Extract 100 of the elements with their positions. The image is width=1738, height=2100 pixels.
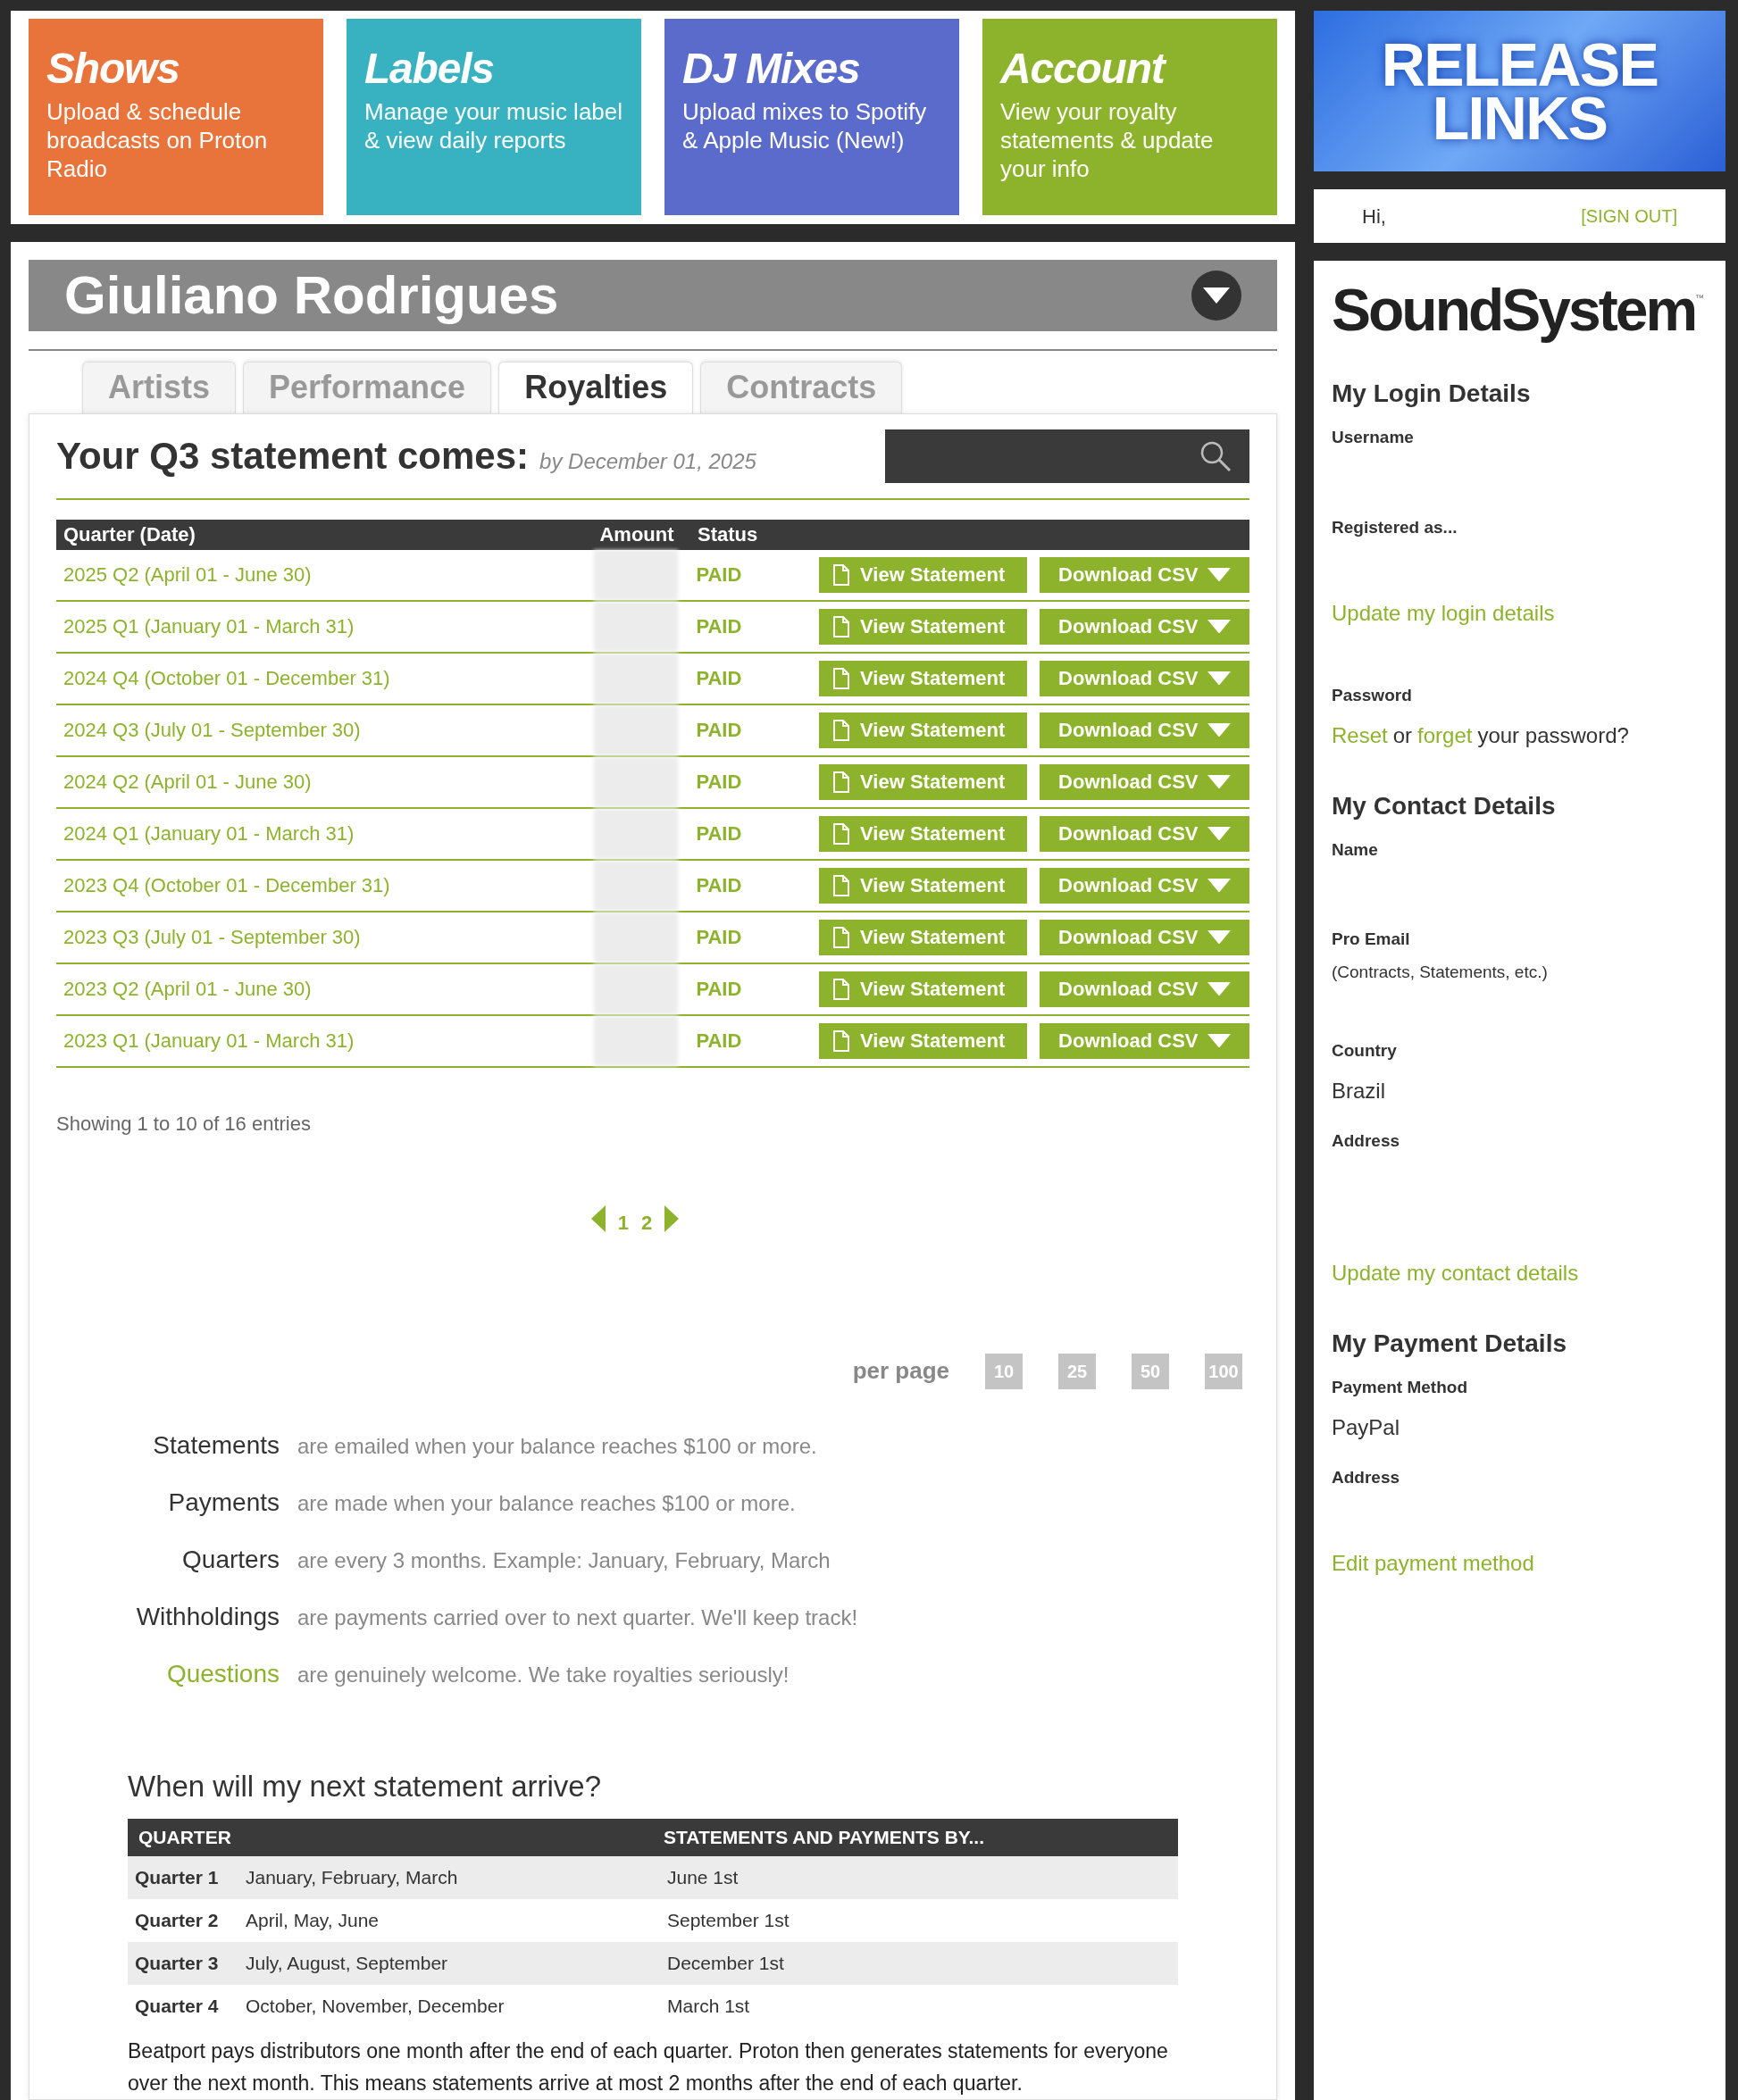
tab[interactable]: Royalties bbox=[498, 361, 694, 413]
quarter-link[interactable]: 2023 Q4 (October 01 - December 31) bbox=[56, 871, 582, 900]
explanation-term: Statements bbox=[152, 1429, 280, 1461]
caret-icon bbox=[1207, 878, 1231, 893]
download-csv-button[interactable]: Download CSV bbox=[1039, 712, 1249, 748]
tab[interactable]: Contracts bbox=[700, 361, 903, 413]
status-text: PAID bbox=[695, 873, 743, 898]
download-csv-button[interactable]: Download CSV bbox=[1039, 763, 1249, 800]
status-text: PAID bbox=[695, 666, 743, 691]
table-cell-text: April, May, June bbox=[246, 1909, 380, 1933]
search-field[interactable] bbox=[885, 429, 1249, 483]
field-label: Username bbox=[1332, 427, 1415, 448]
nav-card[interactable]: Shows Upload & schedule broadcasts on Proton Radio bbox=[29, 19, 323, 216]
download-csv-button[interactable]: Download CSV bbox=[1039, 815, 1249, 852]
column-header: STATEMENTS AND PAYMENTS BY... bbox=[664, 1826, 984, 1850]
quarter-link[interactable]: 2024 Q4 (October 01 - December 31) bbox=[56, 663, 582, 693]
caret-icon bbox=[1207, 722, 1231, 738]
section-heading: My Login Details bbox=[1332, 379, 1532, 409]
field-label: Address bbox=[1332, 1129, 1401, 1152]
field-value: Brazil bbox=[1332, 1077, 1386, 1104]
questions-link[interactable]: Questions bbox=[56, 1654, 280, 1693]
tab[interactable]: Artists bbox=[82, 361, 237, 413]
nav-card[interactable]: Account View your royalty statements & update your info bbox=[982, 19, 1277, 216]
view-statement-button[interactable]: View Statement bbox=[819, 763, 1027, 800]
per-page-option[interactable]: 100 bbox=[1205, 1353, 1242, 1389]
download-csv-button[interactable]: Download CSV bbox=[1039, 608, 1249, 645]
download-csv-button[interactable]: Download CSV bbox=[1039, 1022, 1249, 1059]
quarter-link[interactable]: 2024 Q1 (January 01 - March 31) bbox=[56, 819, 582, 848]
quarter-link[interactable]: 2024 Q2 (April 01 - June 30) bbox=[56, 767, 582, 796]
field-label: Payment Method bbox=[1332, 1377, 1469, 1398]
reset-link[interactable]: Reset bbox=[1332, 719, 1388, 752]
explanation-text: are emailed when your balance reaches $100 or more. bbox=[297, 1432, 817, 1460]
download-csv-button[interactable]: Download CSV bbox=[1039, 919, 1249, 955]
promo-text: RELEASE LINKS bbox=[1380, 38, 1659, 145]
nav-card[interactable]: Labels Manage your music label & view daily reports bbox=[347, 19, 641, 216]
caret-icon bbox=[1207, 929, 1231, 945]
caret-icon bbox=[1207, 826, 1231, 841]
nav-card[interactable]: DJ Mixes Upload mixes to Spotify & Apple Music (New!) bbox=[664, 19, 959, 216]
document-icon bbox=[833, 1029, 850, 1052]
document-icon bbox=[833, 667, 850, 689]
status-text: PAID bbox=[695, 1029, 743, 1054]
document-icon bbox=[833, 978, 850, 1000]
status-text: PAID bbox=[695, 562, 743, 588]
forget-link[interactable]: forget bbox=[1417, 719, 1473, 752]
quarter-link[interactable]: 2023 Q3 (July 01 - September 30) bbox=[56, 922, 582, 952]
table-cell-text: Quarter 4 bbox=[134, 1995, 220, 2019]
document-icon bbox=[833, 874, 850, 896]
field-label: Country bbox=[1332, 1040, 1398, 1062]
per-page-option[interactable]: 25 bbox=[1058, 1353, 1096, 1389]
quarter-link[interactable]: 2025 Q2 (April 01 - June 30) bbox=[56, 560, 582, 589]
field-label: Pro Email bbox=[1332, 929, 1411, 950]
field-label: Password bbox=[1332, 685, 1413, 706]
trademark-mark: ™ bbox=[1695, 292, 1705, 304]
quarter-link[interactable]: 2025 Q1 (January 01 - March 31) bbox=[56, 612, 582, 641]
field-value: PayPal bbox=[1332, 1413, 1401, 1441]
quarter-link[interactable]: 2024 Q3 (July 01 - September 30) bbox=[56, 715, 582, 745]
per-page-option[interactable]: 50 bbox=[1132, 1353, 1169, 1389]
view-statement-button[interactable]: View Statement bbox=[819, 660, 1027, 696]
document-icon bbox=[833, 771, 850, 793]
greeting: Hi, bbox=[1362, 204, 1386, 229]
table-cell-text: January, February, March bbox=[246, 1866, 459, 1890]
download-csv-button[interactable]: Download CSV bbox=[1039, 556, 1249, 593]
caret-icon bbox=[1207, 981, 1231, 996]
page-link[interactable]: 1 bbox=[617, 1207, 629, 1238]
update-link[interactable]: Update my login details bbox=[1332, 597, 1555, 629]
search-icon bbox=[1199, 439, 1232, 472]
update-link[interactable]: Update my contact details bbox=[1332, 1257, 1579, 1289]
view-statement-button[interactable]: View Statement bbox=[819, 1022, 1027, 1059]
view-statement-button[interactable]: View Statement bbox=[819, 556, 1027, 593]
field-label: Registered as... bbox=[1332, 516, 1458, 538]
document-icon bbox=[833, 926, 850, 948]
caret-icon bbox=[1207, 774, 1231, 789]
view-statement-button[interactable]: View Statement bbox=[819, 867, 1027, 904]
download-csv-button[interactable]: Download CSV bbox=[1039, 971, 1249, 1007]
download-csv-button[interactable]: Download CSV bbox=[1039, 660, 1249, 696]
explanation-term: Withholdings bbox=[135, 1601, 280, 1632]
entries-info: Showing 1 to 10 of 16 entries bbox=[56, 1111, 312, 1137]
sign-out-link[interactable]: [SIGN OUT] bbox=[1581, 203, 1677, 229]
update-link[interactable]: Edit payment method bbox=[1332, 1547, 1534, 1579]
table-cell-text: Quarter 2 bbox=[134, 1909, 220, 1933]
table-cell-text: June 1st bbox=[667, 1866, 739, 1890]
view-statement-button[interactable]: View Statement bbox=[819, 971, 1027, 1007]
promo-banner[interactable]: RELEASE LINKS bbox=[1314, 11, 1725, 171]
download-csv-button[interactable]: Download CSV bbox=[1039, 867, 1249, 904]
view-statement-button[interactable]: View Statement bbox=[819, 815, 1027, 852]
explanation-text: are made when your balance reaches $100 or more. bbox=[297, 1489, 796, 1517]
field-label: Address bbox=[1332, 1466, 1401, 1488]
view-statement-button[interactable]: View Statement bbox=[819, 608, 1027, 645]
view-statement-button[interactable]: View Statement bbox=[819, 712, 1027, 748]
quarter-link[interactable]: 2023 Q1 (January 01 - March 31) bbox=[56, 1026, 582, 1055]
table-cell-text: October, November, December bbox=[246, 1995, 506, 2019]
artist-name: Giuliano Rodrigues bbox=[64, 263, 559, 327]
explanation-term: Quarters bbox=[181, 1544, 280, 1575]
quarter-link[interactable]: 2023 Q2 (April 01 - June 30) bbox=[56, 974, 582, 1004]
table-cell-text: July, August, September bbox=[246, 1952, 449, 1976]
status-text: PAID bbox=[695, 977, 743, 1002]
per-page-option[interactable]: 10 bbox=[985, 1353, 1023, 1389]
tab[interactable]: Performance bbox=[243, 361, 492, 413]
page-link[interactable]: 2 bbox=[641, 1207, 653, 1238]
view-statement-button[interactable]: View Statement bbox=[819, 919, 1027, 955]
